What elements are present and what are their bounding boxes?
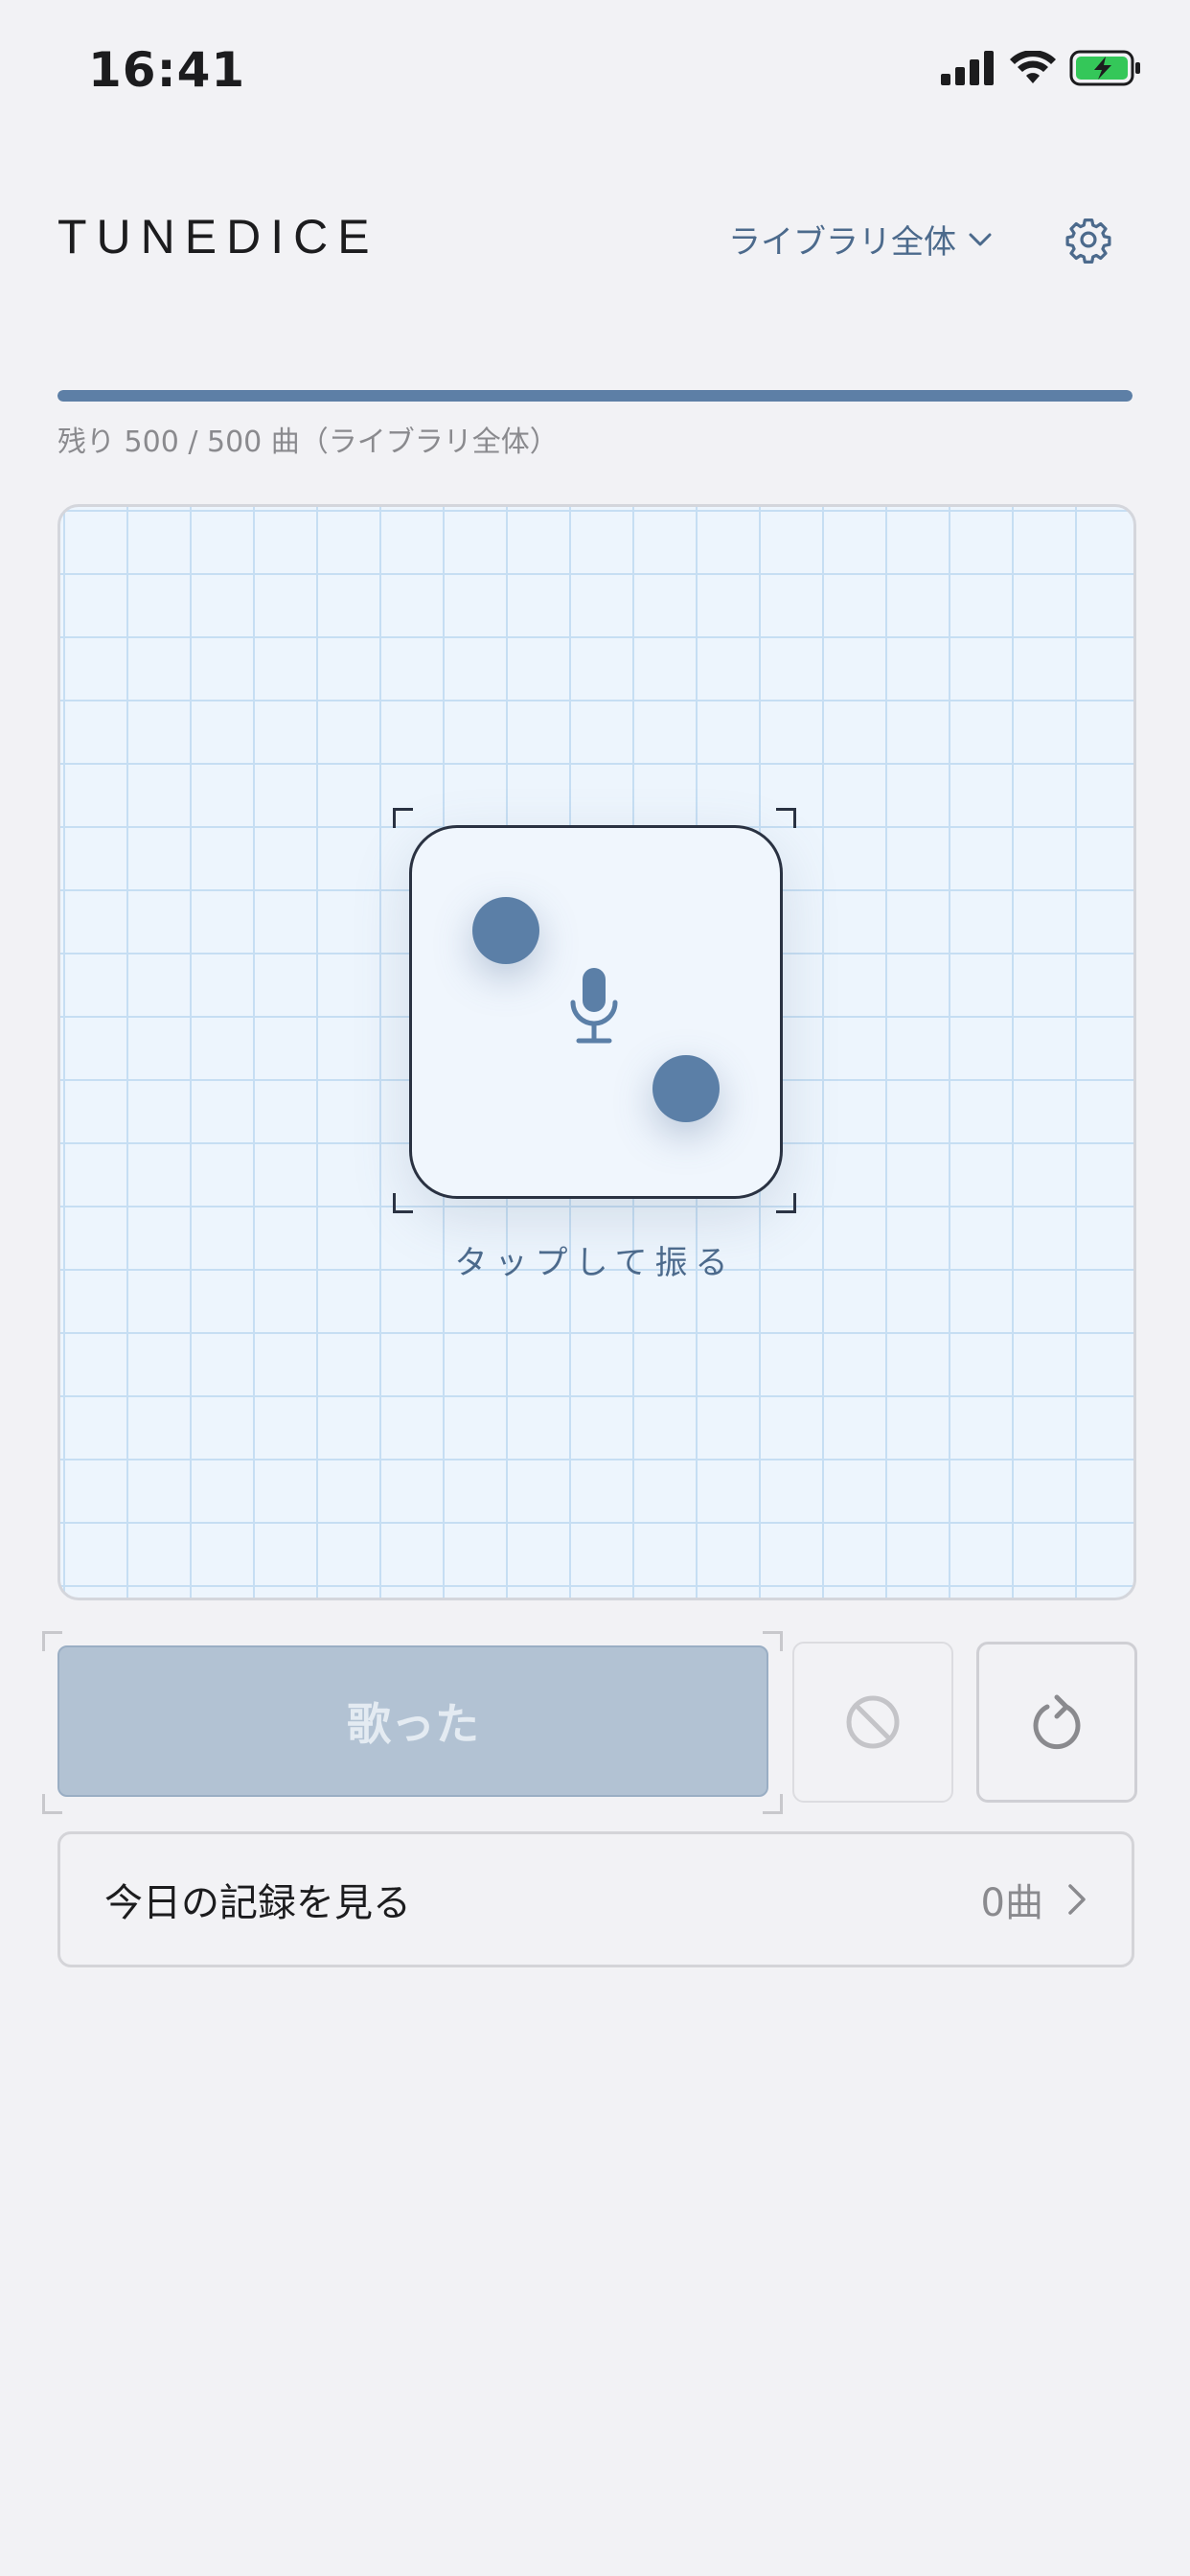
chevron-right-icon: [1068, 1884, 1086, 1915]
status-icons: [941, 50, 1142, 86]
refresh-icon: [1033, 1694, 1081, 1750]
gear-icon: [1065, 218, 1111, 264]
scope-label: ライブラリ全体: [728, 223, 956, 262]
focus-corner-mark: [763, 1794, 783, 1814]
corner-mark-top-left: [393, 808, 413, 828]
settings-button[interactable]: [1064, 215, 1113, 264]
tap-to-roll-label: タップして振る: [454, 1244, 736, 1282]
status-time: 16:41: [88, 42, 246, 98]
progress-text: 残り 500 / 500 曲（ライブラリ全体）: [57, 426, 559, 459]
today-history-row[interactable]: 今日の記録を見る 0曲: [57, 1831, 1134, 1967]
prohibit-icon: [846, 1695, 900, 1749]
dice-pip: [472, 897, 539, 964]
microphone-icon: [570, 968, 618, 1044]
chevron-down-icon: [969, 233, 992, 245]
history-count: 0曲: [980, 1881, 1043, 1925]
sang-button[interactable]: 歌った: [57, 1645, 768, 1797]
reroll-button[interactable]: [976, 1642, 1137, 1803]
app-title: TUNEDICE: [57, 210, 379, 264]
cellular-signal-icon: [941, 51, 994, 85]
history-label: 今日の記録を見る: [104, 1881, 411, 1925]
skip-button[interactable]: [792, 1642, 953, 1803]
dice-pip: [652, 1055, 720, 1122]
corner-mark-bottom-left: [393, 1193, 413, 1213]
focus-corner-mark: [42, 1794, 62, 1814]
corner-mark-bottom-right: [776, 1193, 796, 1213]
battery-charging-icon: [1069, 50, 1140, 86]
remaining-progress-bar: [57, 390, 1133, 402]
wifi-icon: [1010, 51, 1056, 83]
progress-fill: [57, 390, 1133, 402]
scope-dropdown[interactable]: ライブラリ全体: [728, 216, 993, 263]
corner-mark-top-right: [776, 808, 796, 828]
